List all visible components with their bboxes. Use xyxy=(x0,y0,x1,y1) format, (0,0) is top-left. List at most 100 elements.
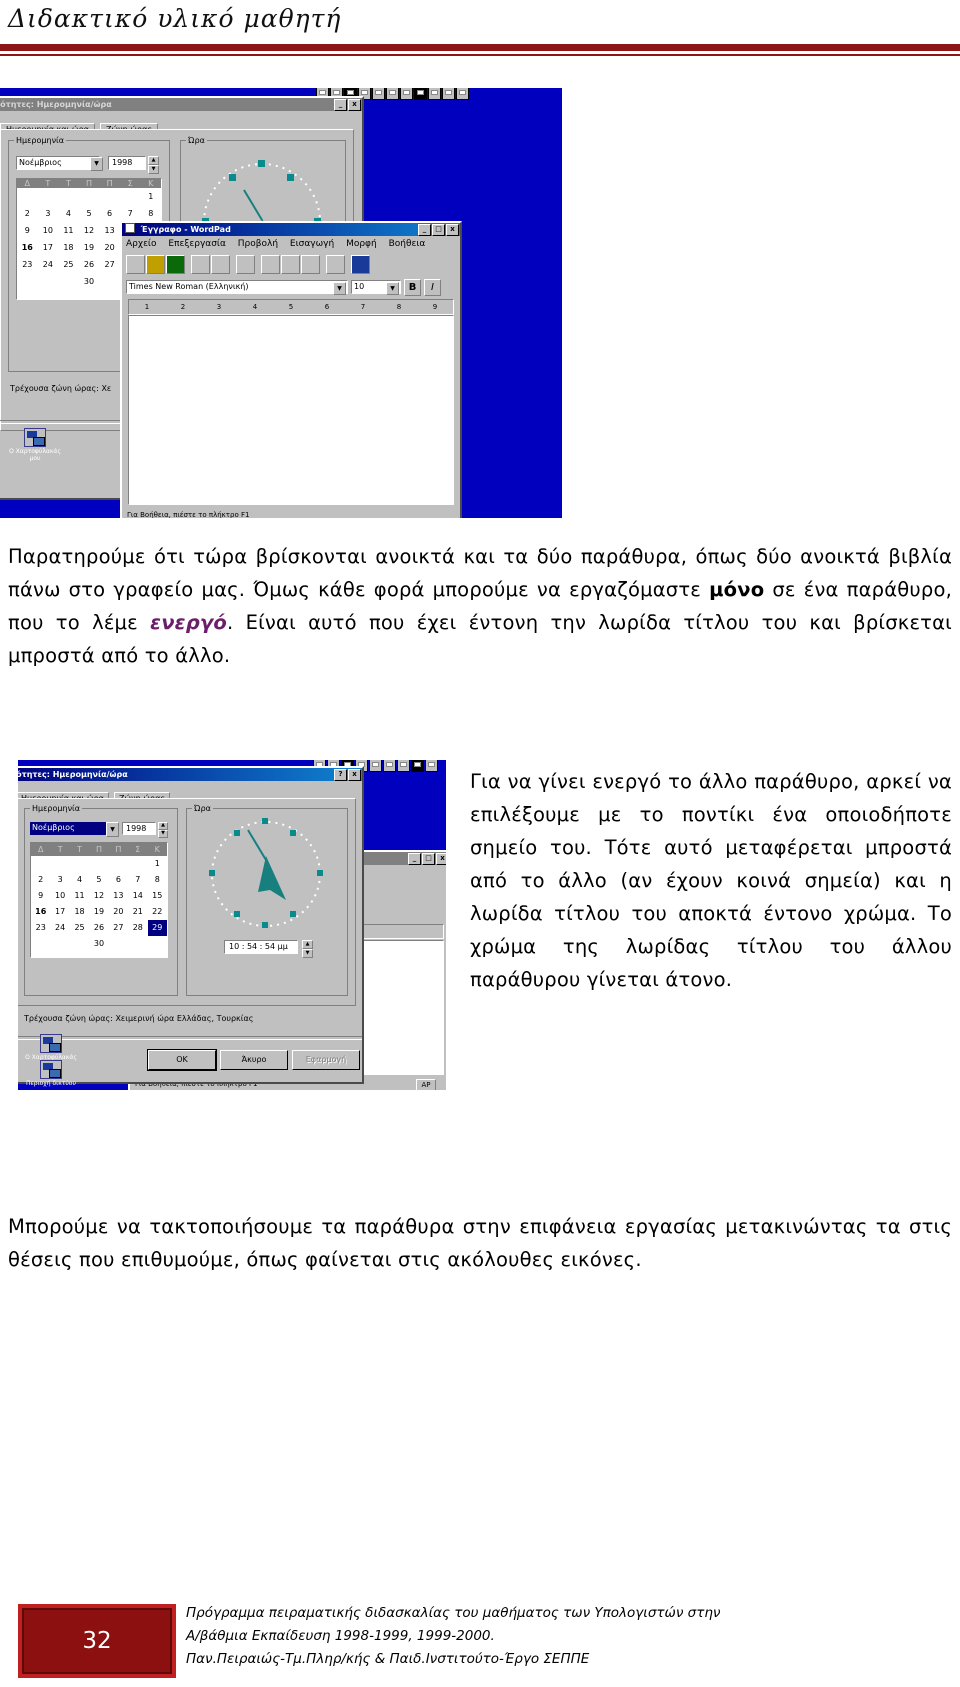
calendar-day[interactable]: 8 xyxy=(140,205,161,222)
calendar-day[interactable]: 7 xyxy=(120,205,141,222)
calendar-day[interactable] xyxy=(31,856,50,872)
calendar-day[interactable]: 24 xyxy=(50,920,69,936)
window-button[interactable] xyxy=(397,760,410,772)
minimize-button[interactable]: _ xyxy=(334,99,347,111)
year-field[interactable]: 1998 xyxy=(108,156,146,170)
chevron-down-icon[interactable]: ▼ xyxy=(386,282,399,295)
calendar-day[interactable]: 9 xyxy=(17,222,38,239)
spinner-up-icon[interactable]: ▲ xyxy=(158,822,168,830)
calendar-day[interactable]: 6 xyxy=(99,205,120,222)
wordpad-window[interactable]: Έγγραφο - WordPad _ □ x Αρχείο Επεξεργασ… xyxy=(120,221,462,518)
calendar-day[interactable]: 15 xyxy=(148,888,167,904)
font-name-combo[interactable]: Times New Roman (Ελληνική) ▼ xyxy=(126,280,348,295)
wordpad-formatbar[interactable]: Times New Roman (Ελληνική) ▼ 10 ▼ B I xyxy=(122,277,460,297)
calendar-day[interactable]: 9 xyxy=(31,888,50,904)
year-spinner[interactable]: ▲ ▼ xyxy=(158,822,168,838)
chevron-down-icon[interactable]: ▼ xyxy=(333,282,346,295)
time-spinner[interactable]: ▲ ▼ xyxy=(302,940,313,958)
bold-button[interactable]: B xyxy=(404,278,421,296)
spinner-down-icon[interactable]: ▼ xyxy=(302,949,313,958)
time-field[interactable]: 10 : 54 : 54 μμ xyxy=(224,940,298,954)
save-icon[interactable] xyxy=(166,254,185,274)
calendar-day[interactable]: 26 xyxy=(79,256,100,273)
window-button[interactable] xyxy=(414,88,427,100)
cut-icon[interactable] xyxy=(261,254,280,274)
chevron-down-icon[interactable]: ▼ xyxy=(90,157,103,171)
month-dropdown[interactable]: Νοέμβριος xyxy=(30,822,106,835)
titlebar-buttons[interactable]: ? x xyxy=(334,769,361,781)
spinner-up-icon[interactable]: ▲ xyxy=(148,156,159,165)
find-icon[interactable] xyxy=(236,254,255,274)
window-button[interactable] xyxy=(456,88,469,100)
calendar-day[interactable]: 18 xyxy=(58,239,79,256)
calendar-day[interactable]: 5 xyxy=(79,205,100,222)
minimize-button[interactable]: _ xyxy=(408,853,421,865)
year-spinner[interactable]: ▲ ▼ xyxy=(148,156,159,174)
window-button[interactable] xyxy=(383,760,396,772)
calendar-day[interactable] xyxy=(120,188,141,205)
calendar-day[interactable]: 3 xyxy=(50,872,69,888)
wordpad-ruler[interactable]: 1 2 3 4 5 6 7 8 9 xyxy=(128,299,454,315)
window-button[interactable] xyxy=(428,88,441,100)
calendar-day[interactable]: 24 xyxy=(38,256,59,273)
calendar-day[interactable]: 30 xyxy=(31,936,167,952)
open-folder-icon[interactable] xyxy=(146,254,165,274)
desktop-icon-briefcase[interactable]: Ο Χαρτοφύλακάς μου xyxy=(6,428,64,462)
undo-icon[interactable] xyxy=(326,254,345,274)
calendar-day[interactable]: 11 xyxy=(58,222,79,239)
calendar-day[interactable]: 25 xyxy=(70,920,89,936)
calendar-day[interactable]: 20 xyxy=(109,904,128,920)
calendar-day[interactable]: 16 xyxy=(17,239,38,256)
calendar-day[interactable]: 2 xyxy=(17,205,38,222)
calendar-day[interactable]: 18 xyxy=(70,904,89,920)
menu-item-help[interactable]: Βοήθεια xyxy=(389,239,426,249)
spinner-down-icon[interactable]: ▼ xyxy=(158,830,168,838)
calendar-day[interactable]: 25 xyxy=(58,256,79,273)
window-button[interactable] xyxy=(386,88,399,100)
italic-button[interactable]: I xyxy=(424,278,441,296)
calendar-day[interactable]: 23 xyxy=(17,256,38,273)
calendar-day[interactable]: 19 xyxy=(79,239,100,256)
menu-item-edit[interactable]: Επεξεργασία xyxy=(168,239,226,249)
calendar-day[interactable] xyxy=(38,188,59,205)
ok-button[interactable]: OK xyxy=(147,1049,217,1071)
calendar-day[interactable]: 4 xyxy=(70,872,89,888)
calendar-day[interactable]: 1 xyxy=(140,188,161,205)
calendar-day[interactable]: 19 xyxy=(89,904,108,920)
desktop-icon-network[interactable]: Περιοχή δικτύου xyxy=(22,1060,80,1087)
cancel-button[interactable]: Άκυρο xyxy=(220,1050,288,1070)
menu-item-format[interactable]: Μορφή xyxy=(346,239,377,249)
calendar-day[interactable]: 8 xyxy=(148,872,167,888)
calendar-day[interactable]: 23 xyxy=(31,920,50,936)
calendar-day[interactable] xyxy=(109,856,128,872)
maximize-button[interactable]: □ xyxy=(422,853,435,865)
calendar-day[interactable]: 11 xyxy=(70,888,89,904)
close-icon[interactable]: x xyxy=(446,224,459,236)
calendar-day[interactable]: 10 xyxy=(38,222,59,239)
calendar-day[interactable]: 12 xyxy=(79,222,100,239)
calendar-body[interactable]: 1 2 3 4 5 6 7 8 9 10 11 12 13 14 xyxy=(31,856,167,952)
calendar-day[interactable] xyxy=(89,856,108,872)
calendar-day[interactable]: 22 xyxy=(148,904,167,920)
calendar-day[interactable] xyxy=(50,856,69,872)
calendar-day[interactable]: 2 xyxy=(31,872,50,888)
dialog-titlebar[interactable]: ιότητες: Ημερομηνία/ώρα _ x xyxy=(0,98,362,111)
font-size-combo[interactable]: 10 ▼ xyxy=(351,280,401,295)
calendar-day[interactable]: 10 xyxy=(50,888,69,904)
copy-icon[interactable] xyxy=(281,254,300,274)
menu-item-file[interactable]: Αρχείο xyxy=(126,239,157,249)
window-button[interactable] xyxy=(411,760,424,772)
calendar-day[interactable]: 1 xyxy=(148,856,167,872)
calendar-day[interactable]: 16 xyxy=(31,904,50,920)
calendar-day[interactable]: 27 xyxy=(109,920,128,936)
help-button[interactable]: ? xyxy=(334,769,347,781)
calendar-day[interactable]: 13 xyxy=(109,888,128,904)
close-icon[interactable]: x xyxy=(436,853,446,865)
window-button[interactable] xyxy=(442,88,455,100)
calendar-day[interactable] xyxy=(58,188,79,205)
close-icon[interactable]: x xyxy=(348,99,361,111)
window-button[interactable] xyxy=(425,760,438,772)
calendar-day[interactable]: 14 xyxy=(128,888,147,904)
wordpad-toolbar[interactable] xyxy=(122,253,460,275)
close-icon[interactable]: x xyxy=(348,769,361,781)
